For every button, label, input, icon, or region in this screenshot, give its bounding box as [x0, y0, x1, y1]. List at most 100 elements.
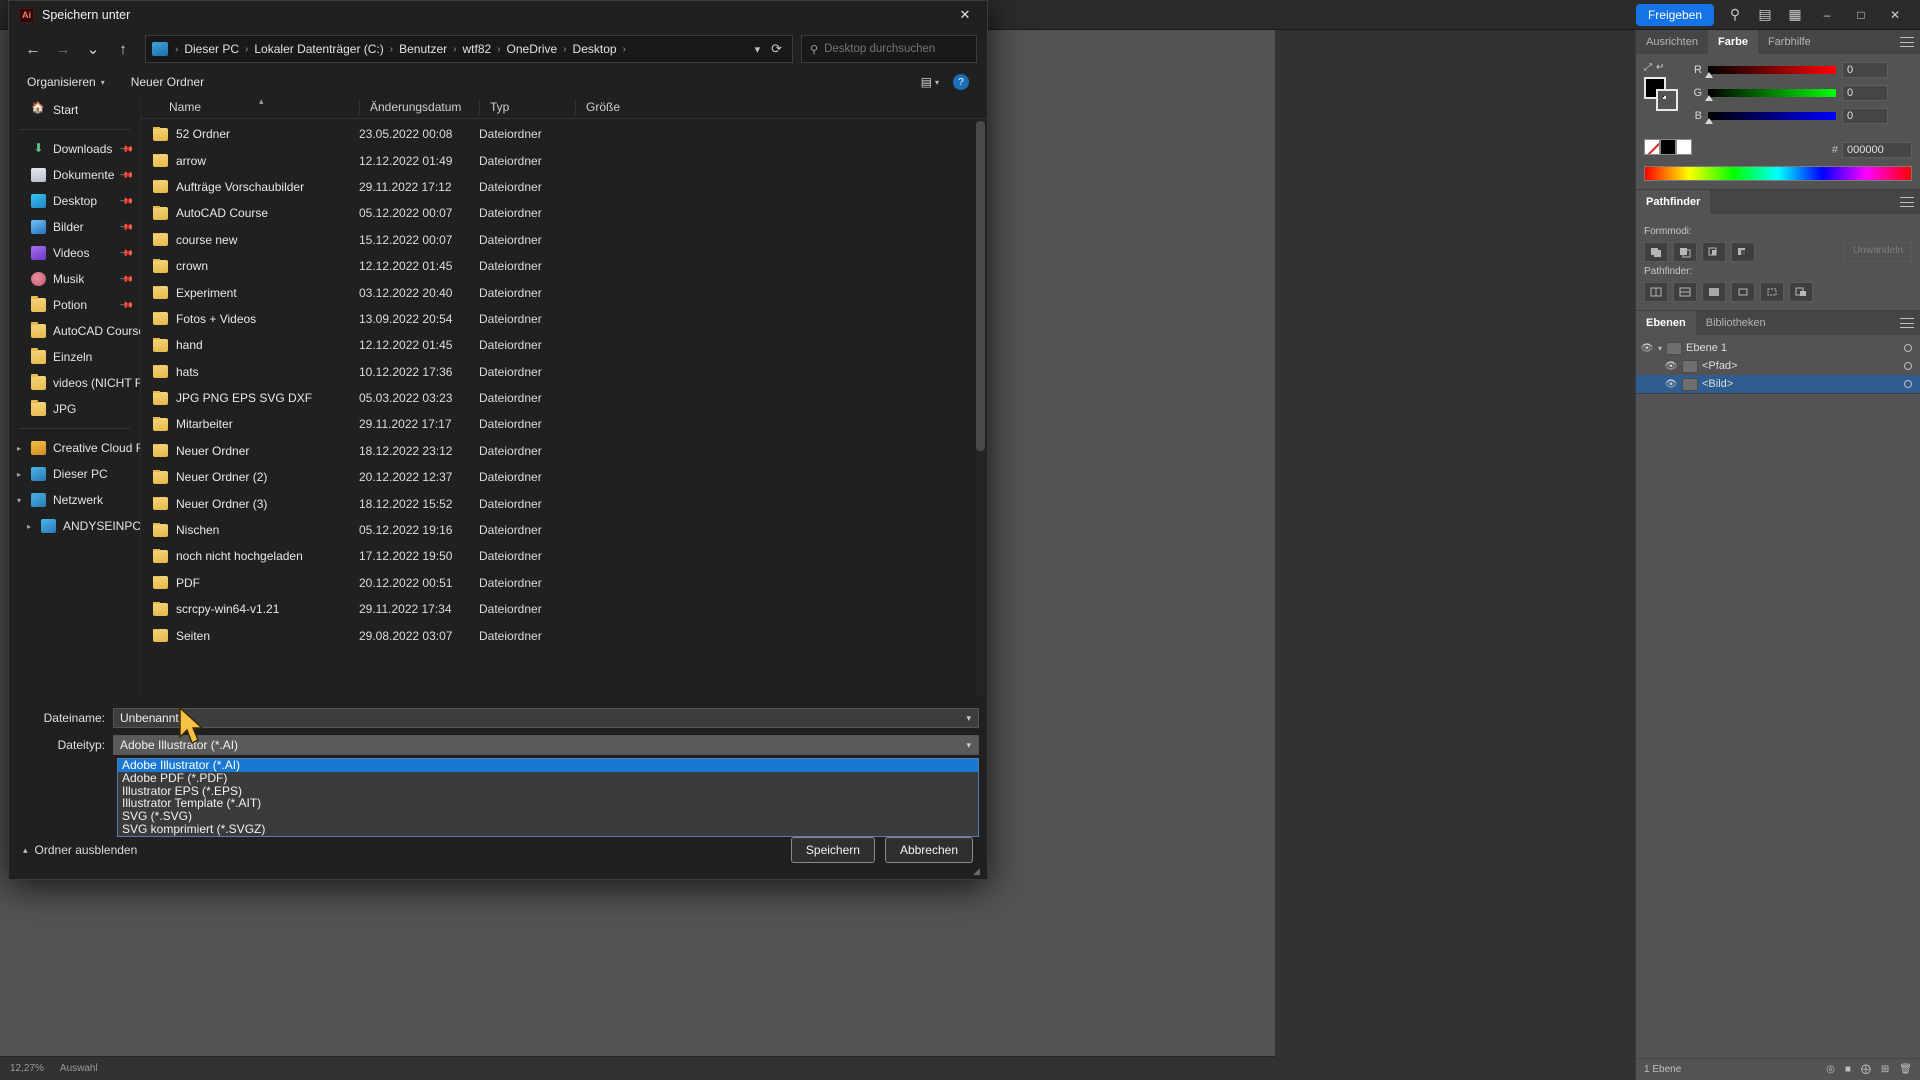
table-row[interactable]: scrcpy-win64-v1.21 29.11.2022 17:34 Dateio… [141, 596, 987, 622]
breadcrumb-item-1[interactable]: Lokaler Datenträger (C:) [252, 42, 385, 56]
close-button[interactable]: ✕ [1884, 6, 1906, 24]
arrange-documents-icon[interactable]: ▤ [1756, 6, 1774, 24]
intersect-icon[interactable] [1702, 242, 1726, 262]
sidebar-item-videos[interactable]: Videos 📌 [9, 240, 140, 266]
merge-icon[interactable] [1702, 282, 1726, 302]
white-swatch[interactable] [1676, 138, 1692, 155]
column-header-date[interactable]: Änderungsdatum [359, 98, 479, 115]
trim-icon[interactable] [1673, 282, 1697, 302]
sidebar-item-andyseinpc[interactable]: ▸ ANDYSEINPC [9, 513, 140, 539]
up-button[interactable]: ↑ [109, 35, 137, 63]
sidebar-item-einzeln[interactable]: Einzeln [9, 344, 140, 370]
sidebar-item-dieser-pc[interactable]: ▸ Dieser PC [9, 461, 140, 487]
table-row[interactable]: AutoCAD Course 05.12.2022 00:07 Dateiordne… [141, 200, 987, 226]
sidebar-item-downloads[interactable]: ⬇ Downloads 📌 [9, 136, 140, 162]
chevron-down-icon[interactable]: ▾ [747, 43, 769, 56]
refresh-icon[interactable]: ⟳ [771, 41, 786, 57]
tab-farbe[interactable]: Farbe [1707, 30, 1758, 54]
color-spectrum[interactable] [1644, 166, 1912, 181]
table-row[interactable]: Neuer Ordner (3) 18.12.2022 15:52 Dateiord… [141, 490, 987, 516]
filetype-option[interactable]: Adobe PDF (*.PDF) [118, 771, 978, 785]
table-row[interactable]: JPG PNG EPS SVG DXF 05.03.2022 03:23 Datei… [141, 385, 987, 411]
breadcrumb-item-5[interactable]: Desktop [571, 42, 619, 56]
minus-back-icon[interactable] [1789, 282, 1813, 302]
quick-swatches[interactable] [1644, 138, 1692, 155]
table-row[interactable]: Nischen 05.12.2022 19:16 Dateiordner [141, 517, 987, 543]
tab-bibliotheken[interactable]: Bibliotheken [1695, 311, 1776, 335]
locate-object-icon[interactable]: ◎ [1826, 1064, 1835, 1075]
slider-r[interactable] [1705, 66, 1836, 78]
revert-colors-icon[interactable]: ↵ [1656, 62, 1664, 73]
tab-farbhilfe[interactable]: Farbhilfe [1757, 30, 1821, 54]
sidebar-item-desktop[interactable]: Desktop 📌 [9, 188, 140, 214]
new-sublayer-icon[interactable]: ⨁ [1861, 1064, 1871, 1075]
table-row[interactable]: PDF 20.12.2022 00:51 Dateiordner [141, 570, 987, 596]
chevron-right-icon[interactable]: ▸ [27, 522, 31, 531]
table-row[interactable]: hand 12.12.2022 01:45 Dateiordner [141, 332, 987, 358]
chevron-right-icon[interactable]: ▸ [17, 470, 21, 479]
sidebar-item-creative-cloud-files[interactable]: ▸ Creative Cloud Files [9, 435, 140, 461]
sidebar-item-dokumente[interactable]: Dokumente 📌 [9, 162, 140, 188]
scrollbar-thumb[interactable] [976, 121, 985, 451]
help-icon[interactable]: ? [953, 74, 969, 90]
sidebar-item-jpg[interactable]: JPG [9, 396, 140, 422]
hex-field[interactable]: 000000 [1842, 142, 1912, 158]
breadcrumb-item-4[interactable]: OneDrive [505, 42, 560, 56]
file-list-scrollbar[interactable] [976, 121, 985, 695]
chevron-down-icon[interactable]: ▾ [1658, 344, 1662, 353]
visibility-icon[interactable]: 👁 [1664, 361, 1678, 372]
table-row[interactable]: noch nicht hochgeladen 17.12.2022 19:50 Da… [141, 543, 987, 569]
column-header-name[interactable]: Name [141, 99, 359, 115]
hide-folders-toggle[interactable]: ▴ Ordner ausblenden [23, 843, 137, 857]
table-row[interactable]: arrow 12.12.2022 01:49 Dateiordner [141, 147, 987, 173]
file-rows[interactable]: 52 Ordner 23.05.2022 00:08 Dateiordner arro… [141, 119, 987, 697]
chevron-down-icon[interactable]: ▾ [966, 740, 971, 751]
layer-row[interactable]: 👁 <Pfad> [1636, 357, 1920, 375]
panel-menu-icon[interactable] [1900, 197, 1914, 207]
column-header-size[interactable]: Größe [575, 98, 637, 115]
value-g[interactable]: 0 [1842, 85, 1888, 101]
share-button[interactable]: Freigeben [1635, 3, 1714, 26]
sidebar-item-bilder[interactable]: Bilder 📌 [9, 214, 140, 240]
breadcrumb-item-3[interactable]: wtf82 [460, 42, 493, 56]
maximize-button[interactable]: □ [1850, 6, 1872, 24]
tab-ausrichten[interactable]: Ausrichten [1636, 30, 1708, 54]
table-row[interactable]: Aufträge Vorschaubilder 29.11.2022 17:12 D… [141, 174, 987, 200]
value-r[interactable]: 0 [1842, 62, 1888, 78]
close-icon[interactable]: ✕ [943, 1, 987, 29]
layer-row[interactable]: 👁 <Bild> [1636, 375, 1920, 393]
filename-input[interactable]: Unbenannt-1 ▾ [113, 708, 979, 728]
layer-target-icon[interactable] [1904, 344, 1912, 352]
visibility-icon[interactable]: 👁 [1640, 343, 1654, 354]
layer-row[interactable]: 👁 ▾ Ebene 1 [1636, 339, 1920, 357]
new-layer-icon[interactable]: ⊞ [1881, 1064, 1889, 1075]
view-mode-button[interactable]: ▤ ▾ [921, 75, 939, 89]
panel-menu-icon[interactable] [1900, 37, 1914, 47]
stroke-swatch[interactable] [1656, 89, 1678, 111]
slider-b[interactable] [1705, 112, 1836, 124]
save-button[interactable]: Speichern [790, 837, 875, 863]
crop-icon[interactable] [1731, 282, 1755, 302]
sidebar-item-netzwerk[interactable]: ▾ Netzwerk [9, 487, 140, 513]
breadcrumb[interactable]: › Dieser PC › Lokaler Datenträger (C:) ›… [145, 35, 793, 63]
black-swatch[interactable] [1660, 138, 1676, 155]
search-icon[interactable]: ⚲ [1726, 6, 1744, 24]
sidebar-item-videos-nicht-fertig[interactable]: videos (NICHT FERTI [9, 370, 140, 396]
sidebar-item-autocad-course[interactable]: AutoCAD Course [9, 318, 140, 344]
filetype-select[interactable]: Adobe Illustrator (*.AI) ▾ [113, 735, 979, 755]
exclude-icon[interactable] [1731, 242, 1755, 262]
filetype-option[interactable]: SVG komprimiert (*.SVGZ) [118, 823, 978, 836]
expand-button[interactable]: Unwandeln [1843, 242, 1912, 262]
table-row[interactable]: Fotos + Videos 13.09.2022 20:54 Dateiordne… [141, 306, 987, 332]
search-box[interactable]: ⚲ [801, 35, 977, 63]
sidebar-item-potion[interactable]: Potion 📌 [9, 292, 140, 318]
resize-grip[interactable]: ◢ [973, 866, 983, 876]
tab-ebenen[interactable]: Ebenen [1636, 311, 1696, 335]
recent-locations-button[interactable]: ⌄ [79, 35, 107, 63]
tab-pathfinder[interactable]: Pathfinder [1636, 190, 1711, 214]
chevron-right-icon[interactable]: ▸ [17, 444, 21, 453]
table-row[interactable]: hats 10.12.2022 17:36 Dateiordner [141, 359, 987, 385]
back-button[interactable]: ← [19, 35, 47, 63]
panel-menu-icon[interactable] [1900, 318, 1914, 328]
divide-icon[interactable] [1644, 282, 1668, 302]
